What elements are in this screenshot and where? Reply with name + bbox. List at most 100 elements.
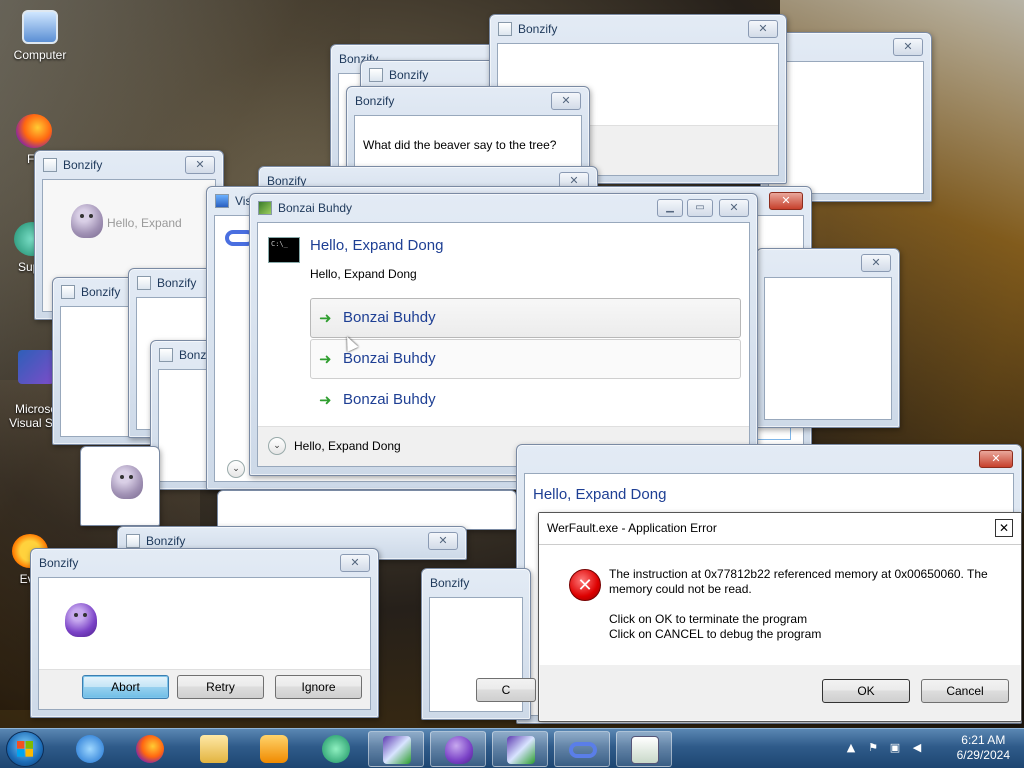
command-link-3[interactable]: ➜ Bonzai Buhdy (310, 380, 741, 420)
close-button[interactable]: ✕ (861, 254, 891, 272)
close-button[interactable]: ✕ (995, 519, 1013, 537)
firefox-icon (136, 735, 164, 763)
taskbar-visual-studio[interactable] (368, 731, 424, 767)
command-link-label: Bonzai Buhdy (343, 350, 436, 367)
retry-button[interactable]: Retry (177, 675, 264, 699)
dialog-body: C:\_ Hello, Expand Dong Hello, Expand Do… (257, 222, 750, 467)
error-title: WerFault.exe - Application Error (547, 521, 717, 535)
infinity-icon (215, 194, 229, 208)
clock-time: 6:21 AM (961, 733, 1006, 747)
desktop-icon-label: Computer (13, 48, 67, 62)
taskbar-infinity[interactable] (554, 731, 610, 767)
joke-text: What did the beaver say to the tree? (363, 138, 557, 152)
visual-studio-icon (18, 350, 54, 384)
command-link-2[interactable]: ➜ Bonzai Buhdy (310, 339, 741, 379)
visual-studio-icon (507, 736, 535, 764)
close-button[interactable]: ✕ (340, 554, 370, 572)
internet-explorer-icon (76, 735, 104, 763)
computer-icon (22, 10, 58, 44)
window-fragment (217, 490, 517, 530)
taskbar-notepad[interactable] (616, 731, 672, 767)
taskbar: ▲ ⚑ ▣ ◀ 6:21 AM 6/29/2024 (0, 728, 1024, 768)
expand-text: Hello, Expand Dong (294, 439, 401, 453)
app-icon (126, 534, 140, 548)
bonzi-icon (445, 736, 473, 764)
green-arrow-icon: ➜ (319, 309, 332, 327)
clock-date: 6/29/2024 (956, 748, 1010, 762)
command-prompt-icon: C:\_ (268, 237, 300, 263)
cancel-button[interactable]: Cancel (921, 679, 1009, 703)
window-body (764, 277, 892, 420)
taskbar-firefox[interactable] (122, 731, 178, 767)
app-icon (369, 68, 383, 82)
taskbar-bonzi[interactable] (430, 731, 486, 767)
ignore-button[interactable]: Ignore (275, 675, 362, 699)
close-button[interactable]: ✕ (428, 532, 458, 550)
app-icon (61, 285, 75, 299)
close-button[interactable]: ✕ (769, 192, 803, 210)
media-center-icon (322, 735, 350, 763)
taskbar-file-explorer[interactable] (186, 731, 242, 767)
green-arrow-icon: ➜ (319, 350, 332, 368)
desktop-icon-computer[interactable]: Computer (2, 10, 78, 62)
infinity-icon (569, 742, 597, 758)
abort-button[interactable]: Abort (82, 675, 169, 699)
app-icon (43, 158, 57, 172)
window-body: C (429, 597, 536, 712)
window-body (768, 61, 924, 194)
flag-icon[interactable]: ⚑ (866, 741, 880, 755)
window-title: Bonzify (146, 534, 186, 548)
close-button[interactable]: ✕ (893, 38, 923, 56)
bonzi-fragment (80, 446, 160, 526)
app-icon (137, 276, 151, 290)
bonzi-icon (111, 465, 143, 499)
taskbar-visual-studio-2[interactable] (492, 731, 548, 767)
bonzi-icon (71, 204, 103, 238)
window-title: Bonzify (63, 158, 103, 172)
close-button[interactable]: ✕ (748, 20, 778, 38)
taskbar-media-center[interactable] (308, 731, 364, 767)
window-title: Bonzai Buhdy (278, 201, 353, 215)
application-error-dialog[interactable]: WerFault.exe - Application Error ✕ ✕ The… (538, 512, 1022, 722)
error-icon: ✕ (569, 569, 601, 601)
volume-icon[interactable]: ◀ (910, 741, 924, 755)
maximize-button[interactable]: ▭ (687, 199, 713, 217)
chevron-down-icon[interactable]: ⌄ (268, 437, 286, 455)
bonzify-window[interactable]: Bonzify C (421, 568, 536, 720)
app-icon (258, 201, 272, 215)
window-title: Bonzify (389, 68, 429, 82)
window-title: Bonzify (430, 576, 470, 590)
bonzai-buhdy-dialog[interactable]: Bonzai Buhdy ▁ ▭ ✕ C:\_ Hello, Expand Do… (249, 193, 758, 476)
abort-retry-dialog[interactable]: Bonzify ✕ Abort Retry Ignore (30, 548, 379, 718)
app-icon (498, 22, 512, 36)
taskbar-internet-explorer[interactable] (62, 731, 118, 767)
window-title: Bonzify (157, 276, 197, 290)
network-icon[interactable]: ▣ (888, 741, 902, 755)
show-hidden-icons-icon[interactable]: ▲ (844, 741, 858, 755)
command-link-1[interactable]: ➜ Bonzai Buhdy (310, 298, 741, 338)
start-button[interactable] (6, 731, 44, 767)
close-button[interactable]: ✕ (719, 199, 749, 217)
error-message-line4: Click on CANCEL to debug the program (609, 627, 822, 641)
close-button[interactable]: ✕ (979, 450, 1013, 468)
ok-button-fragment[interactable]: C (476, 678, 536, 702)
notepad-icon (631, 736, 659, 764)
error-titlebar: WerFault.exe - Application Error ✕ (539, 513, 1021, 545)
window-title: Bonzify (39, 556, 79, 570)
bonzi-icon (65, 603, 97, 637)
bonzify-window[interactable]: ✕ (756, 248, 900, 428)
close-button[interactable]: ✕ (551, 92, 581, 110)
minimize-button[interactable]: ▁ (657, 199, 683, 217)
window-heading: Hello, Expand Dong (533, 486, 667, 503)
visual-studio-icon (383, 736, 411, 764)
hello-text: Hello, Expand (107, 216, 182, 230)
chevron-down-icon[interactable]: ⌄ (227, 460, 245, 478)
close-button[interactable]: ✕ (185, 156, 215, 174)
taskbar-media-player[interactable] (246, 731, 302, 767)
media-player-icon (260, 735, 288, 763)
error-message-line1: The instruction at 0x77812b22 referenced… (609, 567, 988, 581)
command-link-label: Bonzai Buhdy (343, 309, 436, 326)
error-body: ✕ The instruction at 0x77812b22 referenc… (539, 545, 1021, 665)
taskbar-clock[interactable]: 6:21 AM 6/29/2024 (957, 733, 1010, 763)
ok-button[interactable]: OK (822, 679, 910, 703)
